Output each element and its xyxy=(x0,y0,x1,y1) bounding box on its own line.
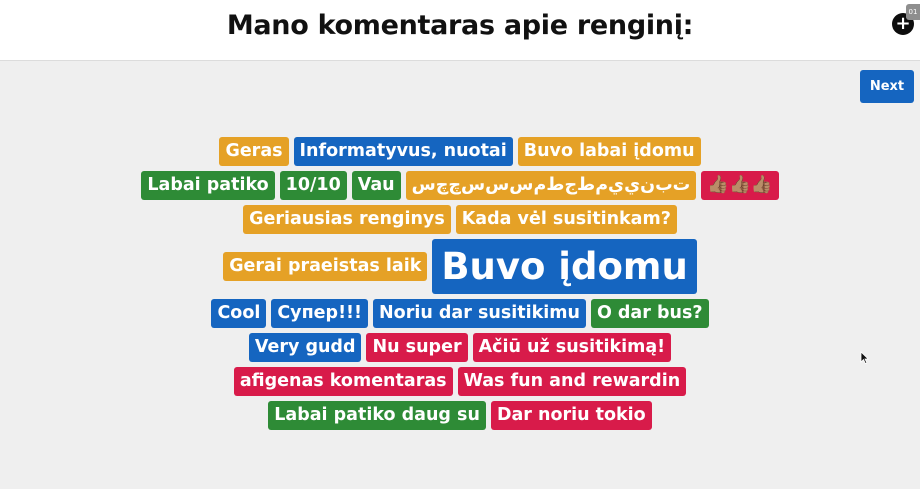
next-button[interactable]: Next xyxy=(860,70,914,103)
header-bar: Mano komentaras apie renginį: + 01 xyxy=(0,0,920,61)
word-cloud-item: Buvo įdomu xyxy=(432,239,697,294)
word-cloud-item: Ačiū už susitikimą! xyxy=(472,333,672,362)
word-cloud-item: Dar noriu tokio xyxy=(490,401,652,430)
word-cloud-item: Buvo labai įdomu xyxy=(517,137,701,166)
word-cloud-item: 👍🏽👍🏽👍🏽 xyxy=(701,171,779,200)
word-cloud-item: 10/10 xyxy=(279,171,347,200)
word-cloud-row: Geras Informatyvus, nuotai Buvo labai įdom… xyxy=(150,137,770,166)
word-cloud-item: Vau xyxy=(351,171,401,200)
word-cloud-item: Geriausias renginys xyxy=(243,205,451,234)
word-cloud: Geras Informatyvus, nuotai Buvo labai įdom… xyxy=(141,137,779,435)
page-title: Mano komentaras apie renginį: xyxy=(226,10,694,41)
word-cloud-row: Geriausias renginys Kada vėl susitinkam? xyxy=(150,205,770,234)
word-cloud-row: Labai patiko 10/10 Vau ﺕﺏﻥﻱﻱﻡﻁﺝﻁﻡﺱﺱﺱﭺﭺﺱ 👍🏽👍🏽… xyxy=(141,171,779,200)
word-cloud-item: Gerai praeistas laik xyxy=(223,252,428,281)
word-cloud-item: Very gudd xyxy=(248,333,362,362)
word-cloud-row: Gerai praeistas laik Buvo įdomu xyxy=(150,239,770,294)
word-cloud-item: Labai patiko xyxy=(141,171,275,200)
word-cloud-item: Noriu dar susitikimu xyxy=(373,299,586,328)
word-cloud-item: afigenas komentaras xyxy=(233,367,453,396)
word-cloud-row: Labai patiko daug su Dar noriu tokio xyxy=(150,401,770,430)
mouse-cursor-icon xyxy=(860,351,869,365)
word-cloud-item: Супер!!! xyxy=(271,299,369,328)
word-cloud-row: Cool Супер!!! Noriu dar susitikimu O dar bu… xyxy=(150,299,770,328)
word-cloud-item: Was fun and rewardin xyxy=(457,367,687,396)
word-cloud-row: afigenas komentaras Was fun and rewardin xyxy=(150,367,770,396)
corner-tab[interactable]: 01 xyxy=(906,4,920,20)
word-cloud-item: Nu super xyxy=(366,333,468,362)
word-cloud-item: Informatyvus, nuotai xyxy=(293,137,513,166)
word-cloud-item: ﺕﺏﻥﻱﻱﻡﻁﺝﻁﻡﺱﺱﺱﭺﭺﺱ xyxy=(405,171,697,200)
word-cloud-item: Labai patiko daug su xyxy=(268,401,486,430)
word-cloud-item: Geras xyxy=(219,137,289,166)
word-cloud-item: Cool xyxy=(211,299,267,328)
word-cloud-row: Very gudd Nu super Ačiū už susitikimą! xyxy=(150,333,770,362)
word-cloud-item: Kada vėl susitinkam? xyxy=(455,205,677,234)
word-cloud-item: O dar bus? xyxy=(590,299,709,328)
